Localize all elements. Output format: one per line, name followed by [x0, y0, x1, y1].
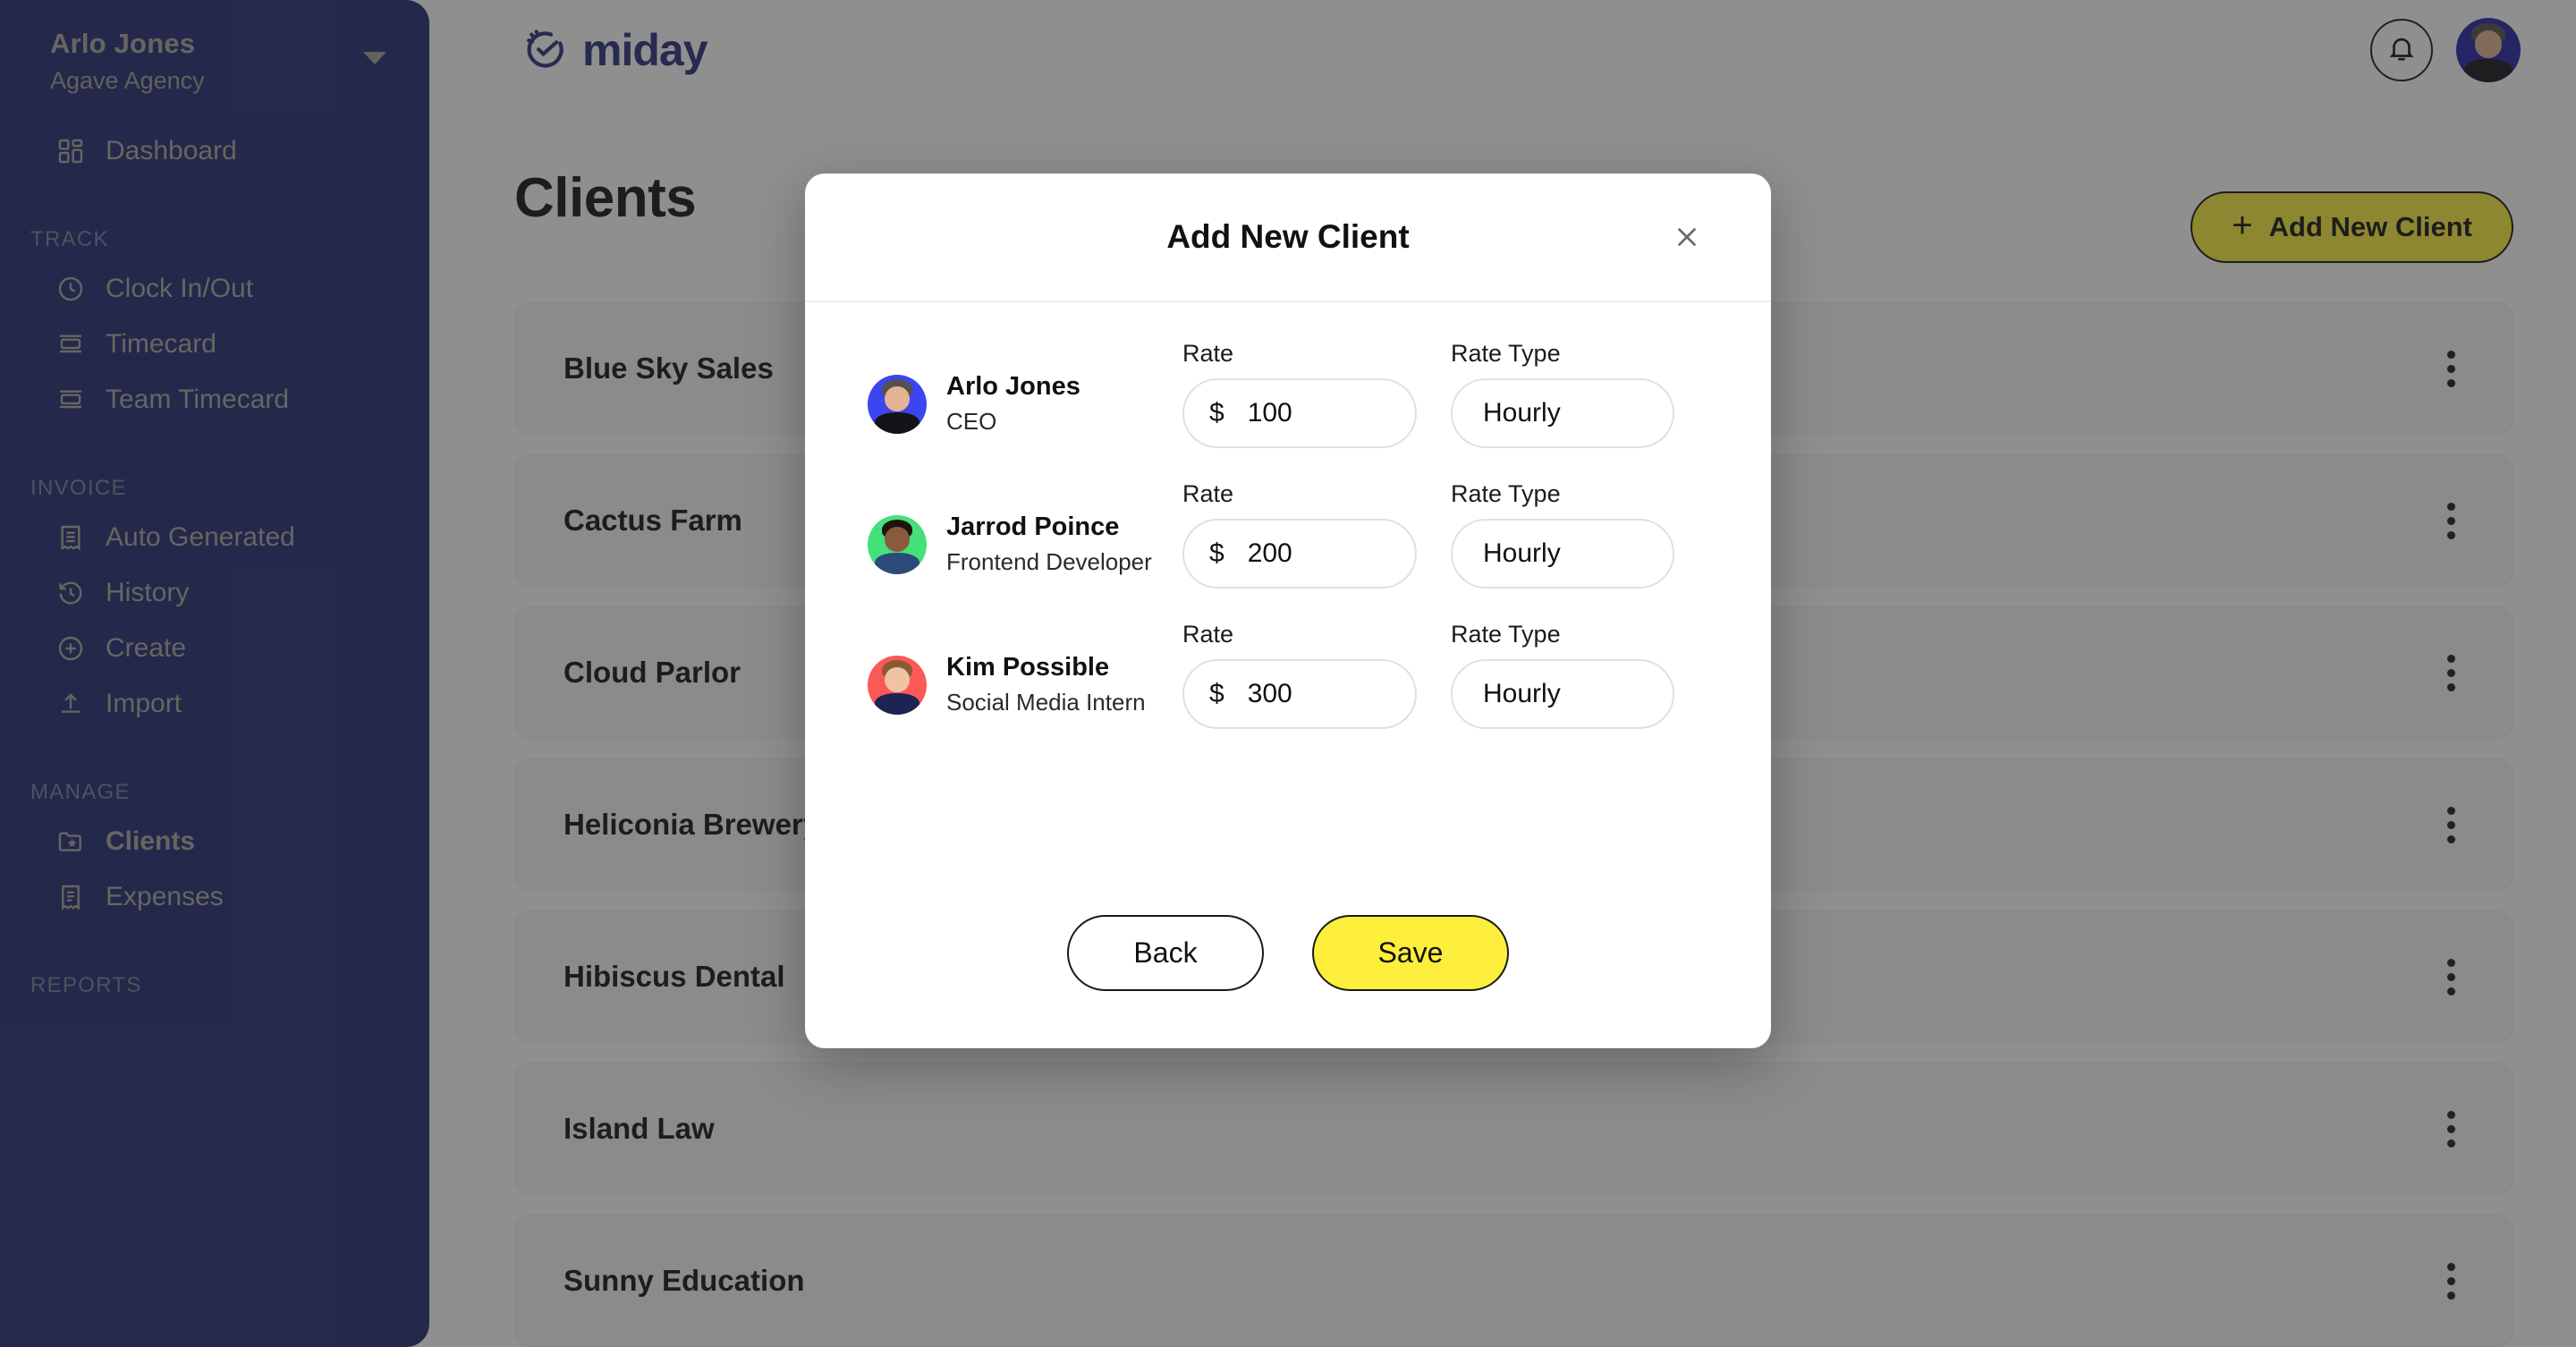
- currency-symbol: $: [1209, 538, 1224, 568]
- rate-value: 200: [1247, 538, 1292, 568]
- save-button[interactable]: Save: [1312, 915, 1509, 991]
- rate-label: Rate: [1182, 340, 1234, 367]
- modal-body: Arlo Jones CEO Rate $ 100 Rate Type Hour…: [805, 302, 1771, 899]
- employee-text: Jarrod Poince Frontend Developer: [946, 511, 1152, 578]
- employee-identity: Jarrod Poince Frontend Developer: [868, 511, 1182, 589]
- employee-name: Jarrod Poince: [946, 513, 1120, 542]
- rate-input[interactable]: $ 100: [1182, 378, 1417, 448]
- rate-value: 300: [1247, 679, 1292, 708]
- rate-type-field: Rate Type Hourly: [1451, 480, 1674, 589]
- close-icon[interactable]: [1667, 217, 1707, 257]
- employee-rate-row: Arlo Jones CEO Rate $ 100 Rate Type Hour…: [868, 340, 1708, 448]
- rate-type-value: Hourly: [1483, 398, 1561, 428]
- employee-name: Arlo Jones: [946, 372, 1080, 402]
- rate-field: Rate $ 100: [1182, 340, 1417, 448]
- employee-rate-row: Kim Possible Social Media Intern Rate $ …: [868, 621, 1708, 729]
- rate-input[interactable]: $ 200: [1182, 519, 1417, 589]
- rate-type-field: Rate Type Hourly: [1451, 621, 1674, 729]
- rate-type-value: Hourly: [1483, 538, 1561, 568]
- avatar: [868, 514, 927, 574]
- currency-symbol: $: [1209, 398, 1224, 428]
- employee-identity: Arlo Jones CEO: [868, 370, 1182, 448]
- rate-type-select[interactable]: Hourly: [1451, 378, 1674, 448]
- app-root: Arlo Jones Agave Agency Dashboard TRACK: [0, 0, 2576, 1347]
- rate-type-label: Rate Type: [1451, 340, 1561, 367]
- employee-role: CEO: [946, 407, 997, 435]
- employee-role: Social Media Intern: [946, 688, 1146, 716]
- rate-type-label: Rate Type: [1451, 480, 1561, 507]
- employee-identity: Kim Possible Social Media Intern: [868, 651, 1182, 729]
- employee-name: Kim Possible: [946, 653, 1110, 682]
- currency-symbol: $: [1209, 679, 1224, 708]
- rate-label: Rate: [1182, 621, 1234, 648]
- employee-text: Arlo Jones CEO: [946, 370, 1080, 437]
- back-button[interactable]: Back: [1067, 915, 1264, 991]
- add-new-client-modal: Add New Client Arlo Jones CEO Rate $ 100…: [805, 174, 1771, 1048]
- rate-field: Rate $ 200: [1182, 480, 1417, 589]
- modal-header: Add New Client: [805, 174, 1771, 302]
- avatar: [868, 374, 927, 434]
- employee-text: Kim Possible Social Media Intern: [946, 651, 1146, 718]
- rate-type-select[interactable]: Hourly: [1451, 659, 1674, 729]
- employee-role: Frontend Developer: [946, 547, 1152, 575]
- rate-value: 100: [1247, 398, 1292, 428]
- rate-input[interactable]: $ 300: [1182, 659, 1417, 729]
- rate-type-field: Rate Type Hourly: [1451, 340, 1674, 448]
- employee-rate-row: Jarrod Poince Frontend Developer Rate $ …: [868, 480, 1708, 589]
- rate-type-value: Hourly: [1483, 679, 1561, 708]
- modal-title: Add New Client: [1166, 218, 1410, 255]
- rate-label: Rate: [1182, 480, 1234, 507]
- rate-type-select[interactable]: Hourly: [1451, 519, 1674, 589]
- avatar: [868, 655, 927, 715]
- rate-field: Rate $ 300: [1182, 621, 1417, 729]
- rate-type-label: Rate Type: [1451, 621, 1561, 648]
- modal-footer: Back Save: [805, 899, 1771, 1048]
